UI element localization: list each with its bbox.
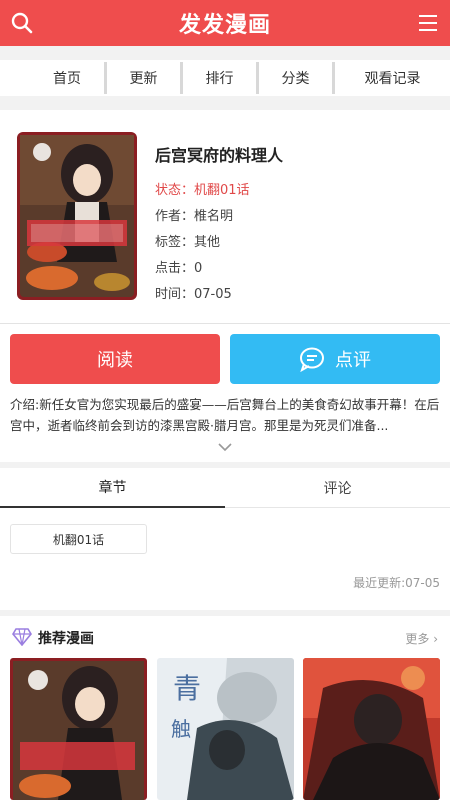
- app-title: 发发漫画: [178, 13, 271, 38]
- chapter-item[interactable]: 机翻01话: [10, 524, 147, 554]
- comment-bubble-icon: [300, 347, 324, 372]
- tab-comments[interactable]: 评论: [225, 468, 450, 508]
- diamond-icon: [12, 628, 32, 646]
- more-link[interactable]: 更多 ›: [405, 630, 438, 647]
- comment-button-label: 点评: [335, 350, 371, 371]
- tab-bar: 章节 评论: [0, 468, 450, 508]
- nav-ranking[interactable]: 排行: [183, 62, 259, 94]
- nav-home[interactable]: 首页: [30, 62, 107, 94]
- nav-updates[interactable]: 更新: [107, 62, 183, 94]
- read-button[interactable]: 阅读: [10, 334, 220, 384]
- nav-categories[interactable]: 分类: [259, 62, 335, 94]
- recommend-title: 推荐漫画: [38, 631, 94, 647]
- menu-icon[interactable]: [416, 12, 440, 34]
- comic-cover: [17, 132, 137, 300]
- last-update: 最近更新:07-05: [353, 576, 440, 590]
- recommend-section: 推荐漫画 更多 › 青 触: [0, 616, 450, 800]
- recommend-cover-1[interactable]: [10, 658, 147, 800]
- main-nav: 首页 更新 排行 分类 观看记录: [0, 60, 450, 96]
- nav-history[interactable]: 观看记录: [335, 62, 450, 94]
- recommend-header: 推荐漫画 更多 ›: [0, 616, 450, 658]
- search-icon[interactable]: [10, 11, 34, 35]
- app-header: 发发漫画: [0, 0, 450, 46]
- comic-detail: 后宫冥府的料理人 状态：机翻01话 作者：椎名明 标签：其他 点击：0 时间：0…: [0, 110, 450, 324]
- comic-clicks: 点击：0: [155, 261, 203, 276]
- comic-status: 状态：机翻01话: [155, 183, 250, 198]
- chevron-right-icon: ›: [429, 632, 438, 646]
- comic-time: 时间：07-05: [155, 287, 232, 302]
- comic-author: 作者：椎名明: [155, 209, 234, 224]
- recommend-cover-3[interactable]: [303, 658, 440, 800]
- chevron-down-icon[interactable]: [218, 442, 232, 452]
- comic-info: 后宫冥府的料理人 状态：机翻01话 作者：椎名明 标签：其他 点击：0 时间：0…: [155, 142, 283, 308]
- comment-button[interactable]: 点评: [230, 334, 440, 384]
- svg-text:触: 触: [171, 717, 191, 741]
- chapter-section: 章节 评论 机翻01话 最近更新:07-05: [0, 468, 450, 610]
- comic-tags: 标签：其他: [155, 235, 221, 250]
- tab-chapters[interactable]: 章节: [0, 468, 225, 508]
- recommend-cover-2[interactable]: 青 触: [157, 658, 294, 800]
- comic-title: 后宫冥府的料理人: [155, 146, 284, 165]
- svg-text:青: 青: [173, 672, 201, 705]
- more-label: 更多: [405, 632, 430, 646]
- action-section: 阅读 点评 介绍:新任女官为您实现最后的盛宴——后宫舞台上的美食奇幻故事开幕！在…: [0, 324, 450, 462]
- comic-intro: 介绍:新任女官为您实现最后的盛宴——后宫舞台上的美食奇幻故事开幕！在后宫中，逝者…: [10, 397, 440, 433]
